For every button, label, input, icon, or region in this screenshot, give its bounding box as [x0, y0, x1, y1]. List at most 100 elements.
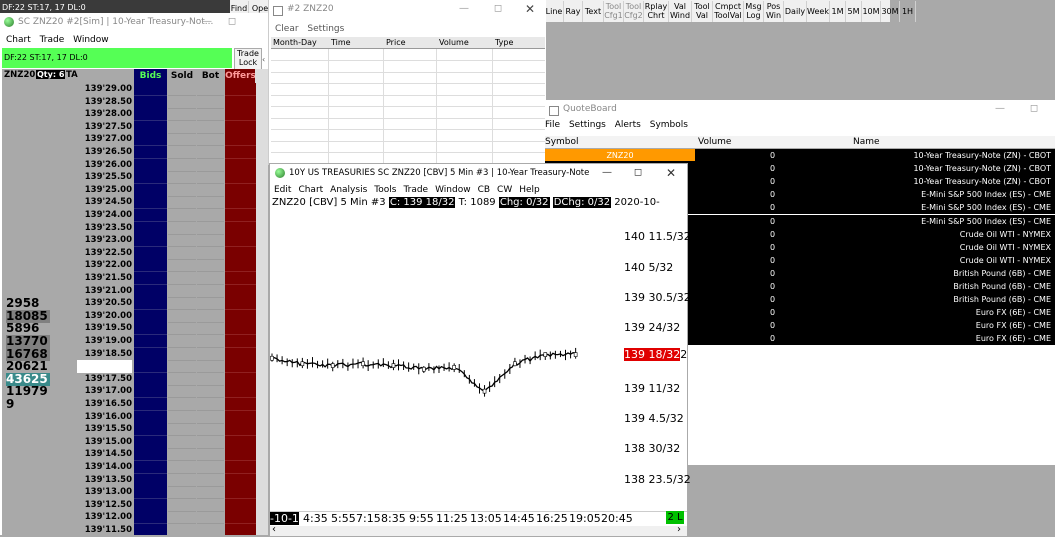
ladder-row[interactable]: 139'12.00: [2, 511, 256, 525]
price-cell[interactable]: 139'23.00: [77, 234, 132, 248]
toolbar-button-line[interactable]: Line: [545, 1, 564, 23]
offer-cell[interactable]: [225, 335, 256, 348]
ladder-row[interactable]: 139'14.50: [2, 448, 256, 462]
offer-cell[interactable]: [225, 372, 256, 386]
menu-chart[interactable]: Chart: [6, 33, 31, 48]
minimize-icon[interactable]: —: [600, 167, 614, 179]
col-time[interactable]: Time: [331, 37, 351, 48]
price-cell[interactable]: 139'14.00: [77, 461, 132, 474]
col-symbol[interactable]: Symbol: [545, 136, 579, 148]
minimize-icon[interactable]: —: [993, 103, 1007, 115]
ladder-row[interactable]: 139'11.50: [2, 524, 256, 535]
maximize-icon[interactable]: ◻: [1027, 103, 1041, 115]
bid-cell[interactable]: [134, 435, 167, 449]
toolbar-button-cmpct-toolval[interactable]: Cmpct ToolVal: [713, 1, 744, 23]
price-cell[interactable]: 139'27.50: [77, 120, 132, 134]
bid-cell[interactable]: [134, 322, 167, 336]
menu-settings[interactable]: Settings: [307, 22, 344, 37]
price-cell[interactable]: 139'11.50: [77, 524, 132, 535]
bid-cell[interactable]: [134, 120, 167, 134]
price-cell[interactable]: 139'19.00: [77, 335, 132, 348]
maximize-icon[interactable]: ◻: [631, 167, 645, 179]
col-price[interactable]: Price: [386, 37, 406, 48]
menu-trade[interactable]: Trade: [40, 33, 65, 48]
bid-cell[interactable]: [134, 524, 167, 535]
price-cell[interactable]: 139'14.50: [77, 448, 132, 462]
ladder-row[interactable]: 139'15.00: [2, 435, 256, 449]
offer-cell[interactable]: [225, 183, 256, 197]
bid-cell[interactable]: [134, 410, 167, 424]
menu-alerts[interactable]: Alerts: [615, 118, 641, 133]
bid-cell[interactable]: [134, 498, 167, 512]
price-cell[interactable]: 139'21.50: [77, 272, 132, 285]
price-cell[interactable]: 139'26.50: [77, 146, 132, 159]
close-icon[interactable]: ✕: [664, 167, 678, 179]
offer-cell[interactable]: [225, 309, 256, 323]
price-cell[interactable]: 139'16.00: [77, 410, 132, 424]
chart-menu-chart[interactable]: Chart: [298, 183, 323, 197]
ladder-row[interactable]: 139'21.50: [2, 272, 256, 285]
bid-cell[interactable]: [134, 372, 167, 386]
price-cell[interactable]: 139'29.00: [77, 83, 132, 96]
ladder-row[interactable]: 139'12.50: [2, 498, 256, 512]
ladder-row[interactable]: 139'22.00: [2, 259, 256, 273]
ts-row[interactable]: [271, 49, 545, 61]
offer-cell[interactable]: [225, 133, 256, 147]
offer-cell[interactable]: [225, 171, 256, 185]
col-volume[interactable]: Volume: [439, 37, 469, 48]
ladder-row[interactable]: 139'26.00: [2, 158, 256, 172]
offer-cell[interactable]: [225, 322, 256, 336]
ladder-row[interactable]: 139'24.00: [2, 209, 256, 222]
toolbar-button-1h[interactable]: 1H: [900, 1, 916, 23]
bid-cell[interactable]: [134, 360, 167, 374]
chart-menu-trade[interactable]: Trade: [403, 183, 428, 197]
offer-cell[interactable]: [225, 448, 256, 462]
ladder-row[interactable]: 139'14.00: [2, 461, 256, 474]
bid-cell[interactable]: [134, 158, 167, 172]
bids-header[interactable]: Bids: [134, 69, 167, 83]
toolbar-button-daily[interactable]: Daily: [784, 1, 807, 23]
bid-cell[interactable]: [134, 133, 167, 147]
price-cell[interactable]: 139'27.00: [77, 133, 132, 147]
offer-cell[interactable]: [225, 524, 256, 535]
bid-cell[interactable]: [134, 473, 167, 487]
ladder-row[interactable]: 139'27.00: [2, 133, 256, 147]
bid-cell[interactable]: [134, 259, 167, 273]
ladder-row[interactable]: 139'21.00: [2, 284, 256, 298]
price-cell[interactable]: 139'15.00: [77, 435, 132, 449]
price-chart[interactable]: [270, 212, 624, 510]
bid-cell[interactable]: [134, 309, 167, 323]
ladder-row[interactable]: 139'13.50: [2, 473, 256, 487]
ladder-row[interactable]: 139'28.00: [2, 108, 256, 122]
offer-cell[interactable]: [225, 473, 256, 487]
bid-cell[interactable]: [134, 196, 167, 210]
bid-cell[interactable]: [134, 448, 167, 462]
toolbar-button-10m[interactable]: 10M: [862, 1, 881, 23]
ts-row[interactable]: [271, 118, 545, 130]
bid-cell[interactable]: [134, 423, 167, 437]
menu-symbols[interactable]: Symbols: [650, 118, 688, 133]
offer-cell[interactable]: [225, 486, 256, 500]
minimize-icon[interactable]: —: [457, 3, 471, 15]
toolbar-button-30m[interactable]: 30M: [881, 1, 900, 23]
price-cell[interactable]: 139'22.00: [77, 259, 132, 273]
price-cell[interactable]: 139'21.00: [77, 284, 132, 298]
chart-menu-window[interactable]: Window: [435, 183, 471, 197]
ladder-row[interactable]: 139'23.50: [2, 221, 256, 235]
price-cell[interactable]: 139'12.00: [77, 511, 132, 525]
price-cell[interactable]: 139'23.50: [77, 221, 132, 235]
offer-cell[interactable]: [225, 398, 256, 411]
scroll-arrow-icon[interactable]: ‹: [262, 55, 265, 64]
ladder-row[interactable]: 139'28.50: [2, 95, 256, 109]
price-cell[interactable]: 139'26.00: [77, 158, 132, 172]
bid-cell[interactable]: [134, 486, 167, 500]
bid-cell[interactable]: [134, 511, 167, 525]
chart-menu-edit[interactable]: Edit: [274, 183, 291, 197]
bid-cell[interactable]: [134, 297, 167, 311]
toolbar-button-rplay-chrt[interactable]: Rplay Chrt: [644, 1, 669, 23]
price-cell[interactable]: 139'24.50: [77, 196, 132, 210]
ladder-row[interactable]: 139'27.50: [2, 120, 256, 134]
offer-cell[interactable]: [225, 108, 256, 122]
price-cell[interactable]: 139'12.50: [77, 498, 132, 512]
ladder-row[interactable]: 139'16.00: [2, 410, 256, 424]
